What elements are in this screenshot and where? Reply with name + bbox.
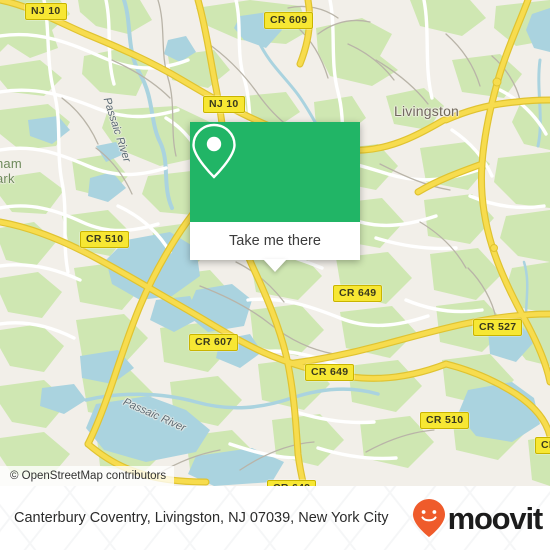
moovit-smiling-pin-icon	[412, 499, 445, 537]
take-me-there-card[interactable]: Take me there	[190, 122, 360, 272]
map-canvas[interactable]: Livingston hamark Passaic River Passaic …	[0, 0, 550, 486]
shield-cr-609[interactable]: CR 609	[264, 12, 314, 29]
moovit-logo[interactable]: moovit	[412, 498, 544, 538]
shield-nj-10-nw[interactable]: NJ 10	[25, 3, 67, 20]
shield-cr-510-nw[interactable]: CR 510	[80, 231, 130, 248]
location-title: Canterbury Coventry, Livingston, NJ 0703…	[14, 510, 389, 526]
footer-bar: Canterbury Coventry, Livingston, NJ 0703…	[0, 486, 550, 550]
moovit-wordmark: moovit	[447, 500, 544, 536]
card-pointer-tail	[263, 259, 287, 272]
shield-cr-527[interactable]: CR 527	[473, 319, 523, 336]
take-me-there-label: Take me there	[229, 233, 321, 249]
shield-cr-607[interactable]: CR 607	[189, 334, 239, 351]
shield-cr-649-ne[interactable]: CR 649	[333, 285, 383, 302]
shield-nj-10-mid[interactable]: NJ 10	[203, 96, 245, 113]
osm-attribution[interactable]: © OpenStreetMap contributors	[0, 466, 175, 486]
card-pin-area	[190, 122, 360, 222]
shield-cr-649-mid[interactable]: CR 649	[305, 364, 355, 381]
map-pin-icon	[192, 123, 236, 179]
shield-cr-510-se[interactable]: CR 510	[420, 412, 470, 429]
screenshot-root: Livingston hamark Passaic River Passaic …	[0, 0, 550, 550]
card-action-row[interactable]: Take me there	[190, 222, 360, 260]
shield-cr-partial-east[interactable]: CR	[535, 437, 550, 454]
